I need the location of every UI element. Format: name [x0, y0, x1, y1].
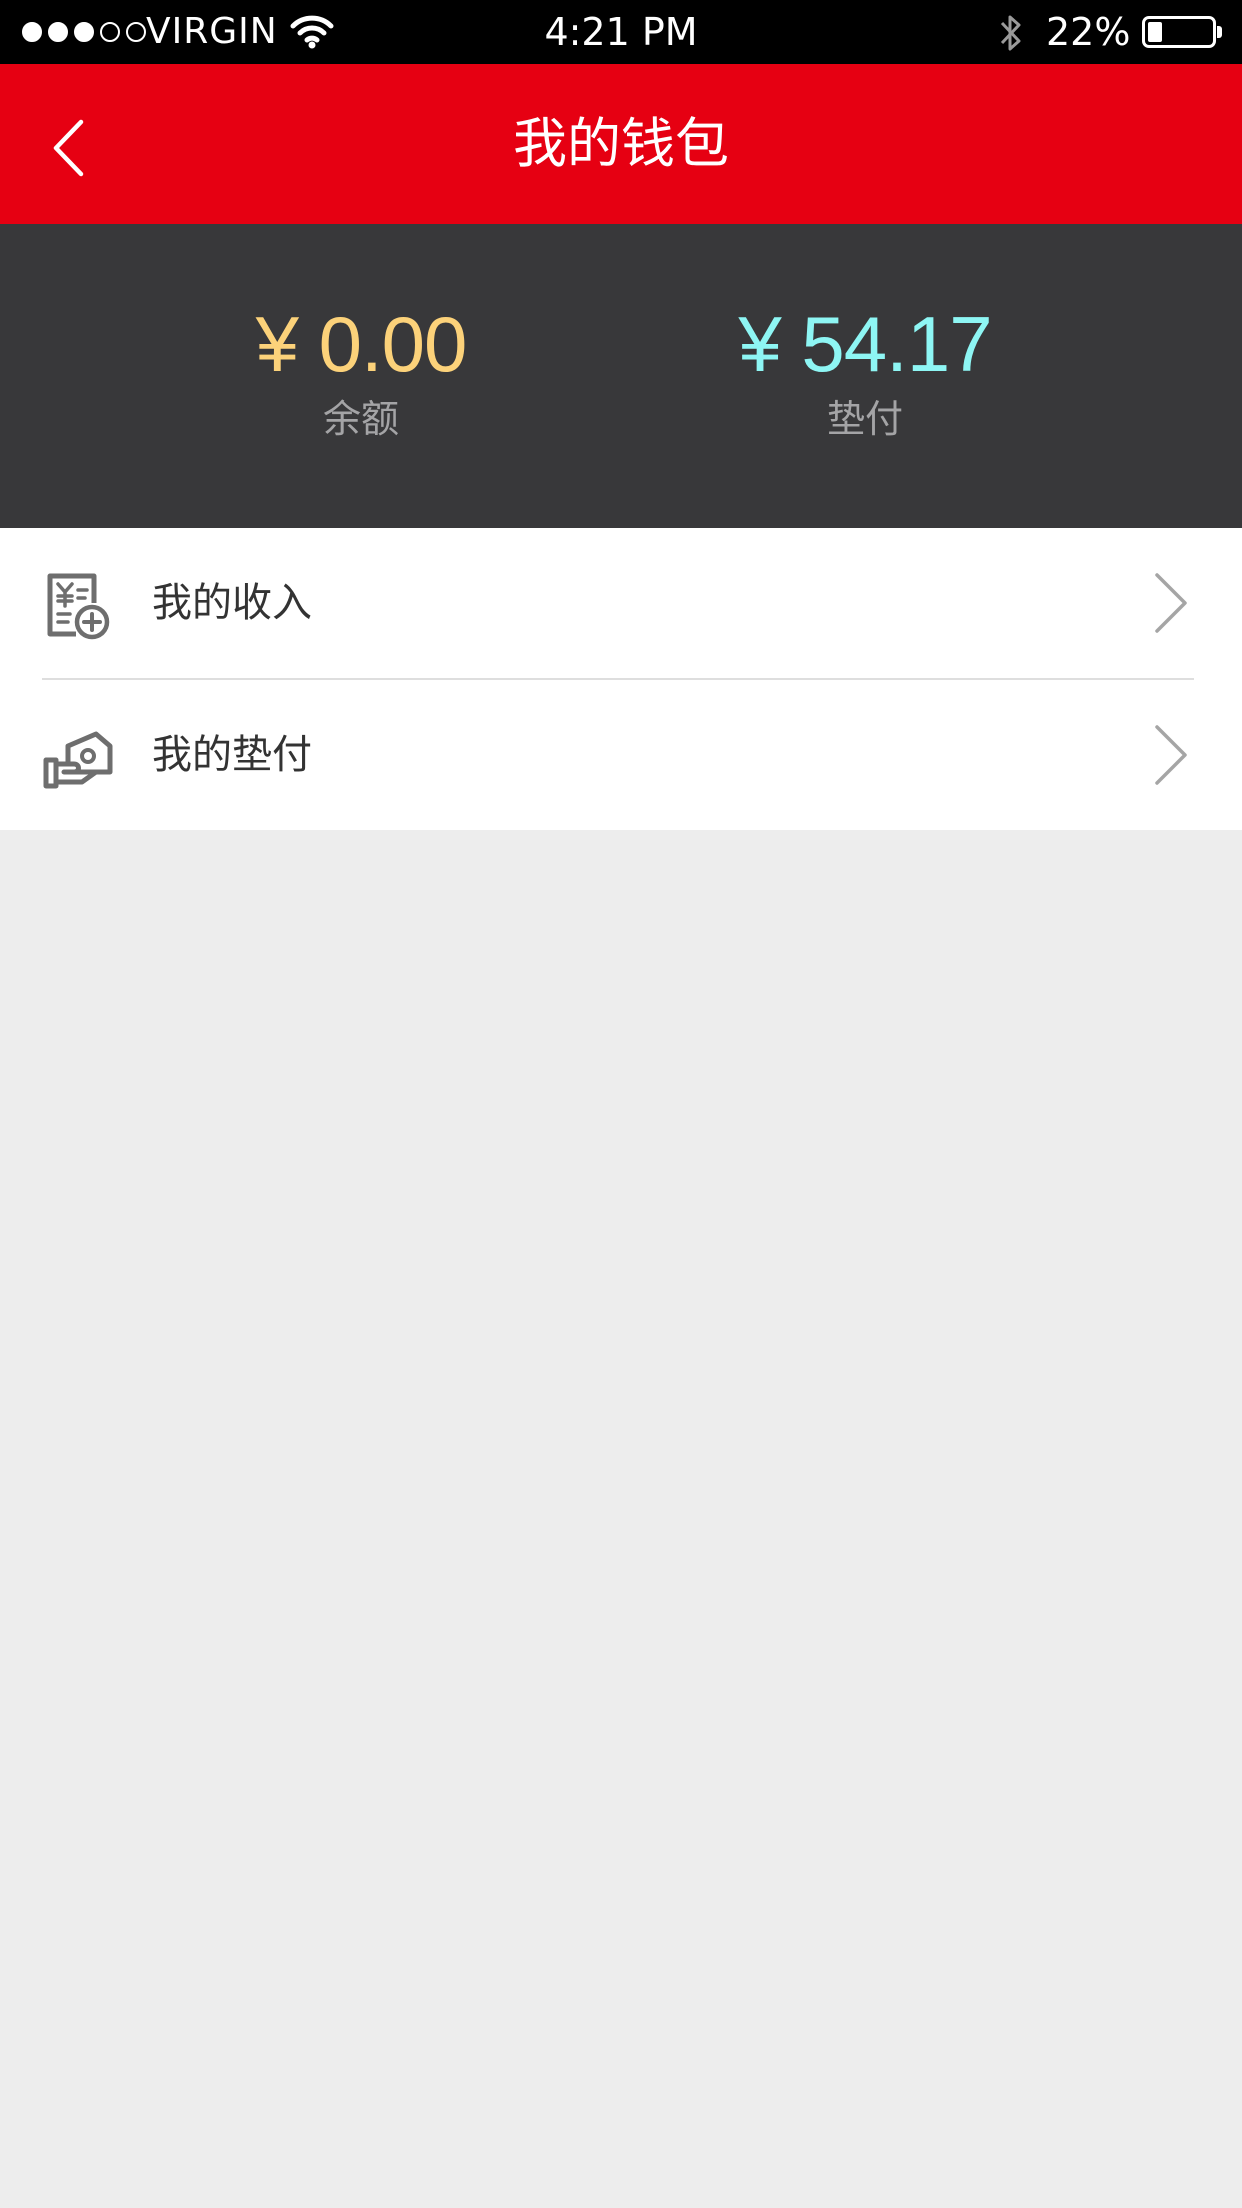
battery-tip: [1217, 26, 1222, 38]
advance-amount: ¥ 54.17: [738, 300, 992, 388]
balance-amount: ¥ 0.00: [255, 300, 468, 388]
menu-item-my-income[interactable]: 我的收入: [0, 528, 1242, 680]
battery-icon: [1142, 16, 1216, 48]
bluetooth-icon: [1000, 15, 1021, 51]
wallet-menu-list: 我的收入 我的垫付: [0, 528, 1242, 830]
income-receipt-icon: [47, 573, 110, 640]
chevron-right-icon: [1155, 725, 1187, 785]
nav-bar: 我的钱包: [0, 64, 1242, 224]
page-title: 我的钱包: [513, 112, 729, 175]
status-bar: VIRGIN 4:21 PM 22%: [0, 0, 1242, 64]
battery-percentage: 22%: [1046, 10, 1131, 54]
wallet-summary: ¥ 0.00 余额 ¥ 54.17 垫付: [0, 224, 1242, 528]
advance-label: 垫付: [826, 397, 903, 441]
chevron-left-icon[interactable]: [30, 108, 110, 188]
battery-level-fill: [1148, 22, 1162, 42]
menu-item-label: 我的垫付: [152, 732, 312, 778]
balance-label: 余额: [322, 397, 399, 441]
menu-item-label: 我的收入: [152, 580, 312, 626]
advance-stat: ¥ 54.17 垫付: [665, 300, 1065, 444]
advance-payment-icon: [43, 731, 113, 789]
chevron-right-icon: [1155, 573, 1187, 633]
balance-stat: ¥ 0.00 余额: [161, 300, 561, 444]
menu-item-my-advance[interactable]: 我的垫付: [0, 680, 1242, 830]
